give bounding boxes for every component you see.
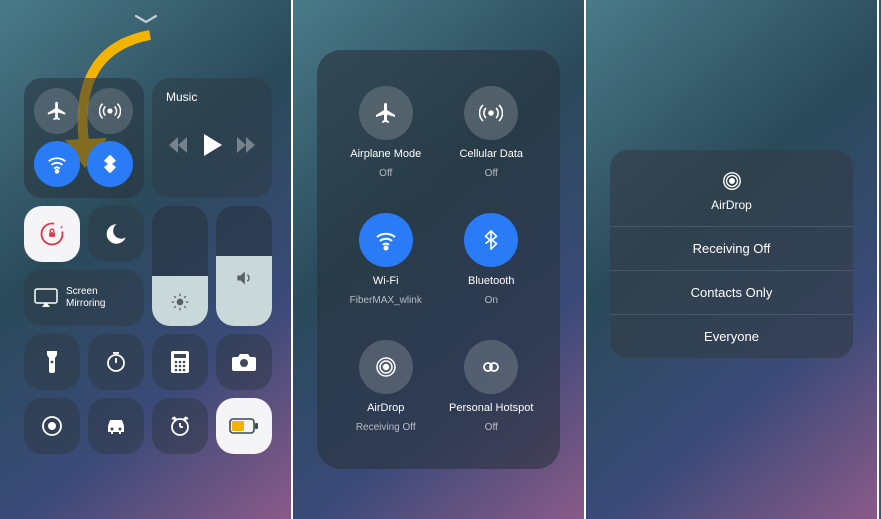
brightness-icon [170, 292, 190, 312]
screen-mirroring-button[interactable]: Screen Mirroring [24, 270, 144, 326]
next-track-icon[interactable] [237, 137, 255, 153]
bluetooth-status: On [485, 295, 498, 306]
wifi-item[interactable]: Wi-Fi FiberMAX_wlink [333, 205, 439, 314]
bluetooth-icon [464, 213, 518, 267]
do-not-disturb-toggle[interactable] [88, 206, 144, 262]
control-center-pane: Music Screen Mirroring [0, 0, 293, 519]
personal-hotspot-status: Off [485, 422, 498, 433]
cellular-data-label: Cellular Data [459, 148, 523, 160]
music-tile[interactable]: Music [152, 78, 272, 198]
bluetooth-item[interactable]: Bluetooth On [439, 205, 545, 314]
airplane-mode-toggle[interactable] [34, 88, 80, 134]
driving-mode-button[interactable] [88, 398, 144, 454]
wifi-icon [359, 213, 413, 267]
airdrop-menu-pane: AirDrop Receiving Off Contacts Only Ever… [586, 0, 879, 519]
personal-hotspot-item[interactable]: Personal Hotspot Off [439, 332, 545, 441]
calculator-button[interactable] [152, 334, 208, 390]
airdrop-item[interactable]: AirDrop Receiving Off [333, 332, 439, 441]
airdrop-header: AirDrop [610, 150, 853, 226]
play-icon[interactable] [202, 134, 222, 156]
airdrop-icon [721, 170, 743, 192]
music-label: Music [166, 90, 262, 104]
camera-button[interactable] [216, 334, 272, 390]
airplane-mode-item[interactable]: Airplane Mode Off [333, 78, 439, 187]
cellular-data-toggle[interactable] [87, 88, 133, 134]
hotspot-icon [464, 340, 518, 394]
low-power-mode-toggle[interactable] [216, 398, 272, 454]
wifi-toggle[interactable] [34, 141, 80, 187]
volume-slider[interactable] [216, 206, 272, 326]
airdrop-status: Receiving Off [356, 422, 416, 433]
connectivity-tile[interactable] [24, 78, 144, 198]
airplane-mode-label: Airplane Mode [350, 148, 421, 160]
personal-hotspot-label: Personal Hotspot [449, 402, 533, 414]
wifi-status: FiberMAX_wlink [350, 295, 422, 306]
airdrop-panel: AirDrop Receiving Off Contacts Only Ever… [610, 150, 853, 358]
brightness-slider[interactable] [152, 206, 208, 326]
alarm-button[interactable] [152, 398, 208, 454]
airdrop-option-receiving-off[interactable]: Receiving Off [610, 226, 853, 270]
connectivity-panel: Airplane Mode Off Cellular Data Off Wi-F… [317, 50, 560, 469]
previous-track-icon[interactable] [169, 137, 187, 153]
bluetooth-toggle[interactable] [87, 141, 133, 187]
airplane-icon [359, 86, 413, 140]
bluetooth-label: Bluetooth [468, 275, 514, 287]
cellular-data-status: Off [485, 168, 498, 179]
cellular-data-item[interactable]: Cellular Data Off [439, 78, 545, 187]
chevron-down-icon[interactable] [133, 12, 159, 26]
airdrop-label: AirDrop [367, 402, 404, 414]
airdrop-icon [359, 340, 413, 394]
connectivity-expanded-pane: Airplane Mode Off Cellular Data Off Wi-F… [293, 0, 586, 519]
timer-button[interactable] [88, 334, 144, 390]
volume-icon [234, 268, 254, 288]
screen-record-button[interactable] [24, 398, 80, 454]
airplane-mode-status: Off [379, 168, 392, 179]
wifi-label: Wi-Fi [373, 275, 399, 287]
flashlight-button[interactable] [24, 334, 80, 390]
screen-mirroring-label: Screen Mirroring [66, 286, 105, 310]
orientation-lock-toggle[interactable] [24, 206, 80, 262]
airdrop-option-contacts-only[interactable]: Contacts Only [610, 270, 853, 314]
airplay-icon [34, 288, 58, 308]
airdrop-title: AirDrop [711, 198, 752, 212]
airdrop-option-everyone[interactable]: Everyone [610, 314, 853, 358]
antenna-icon [464, 86, 518, 140]
